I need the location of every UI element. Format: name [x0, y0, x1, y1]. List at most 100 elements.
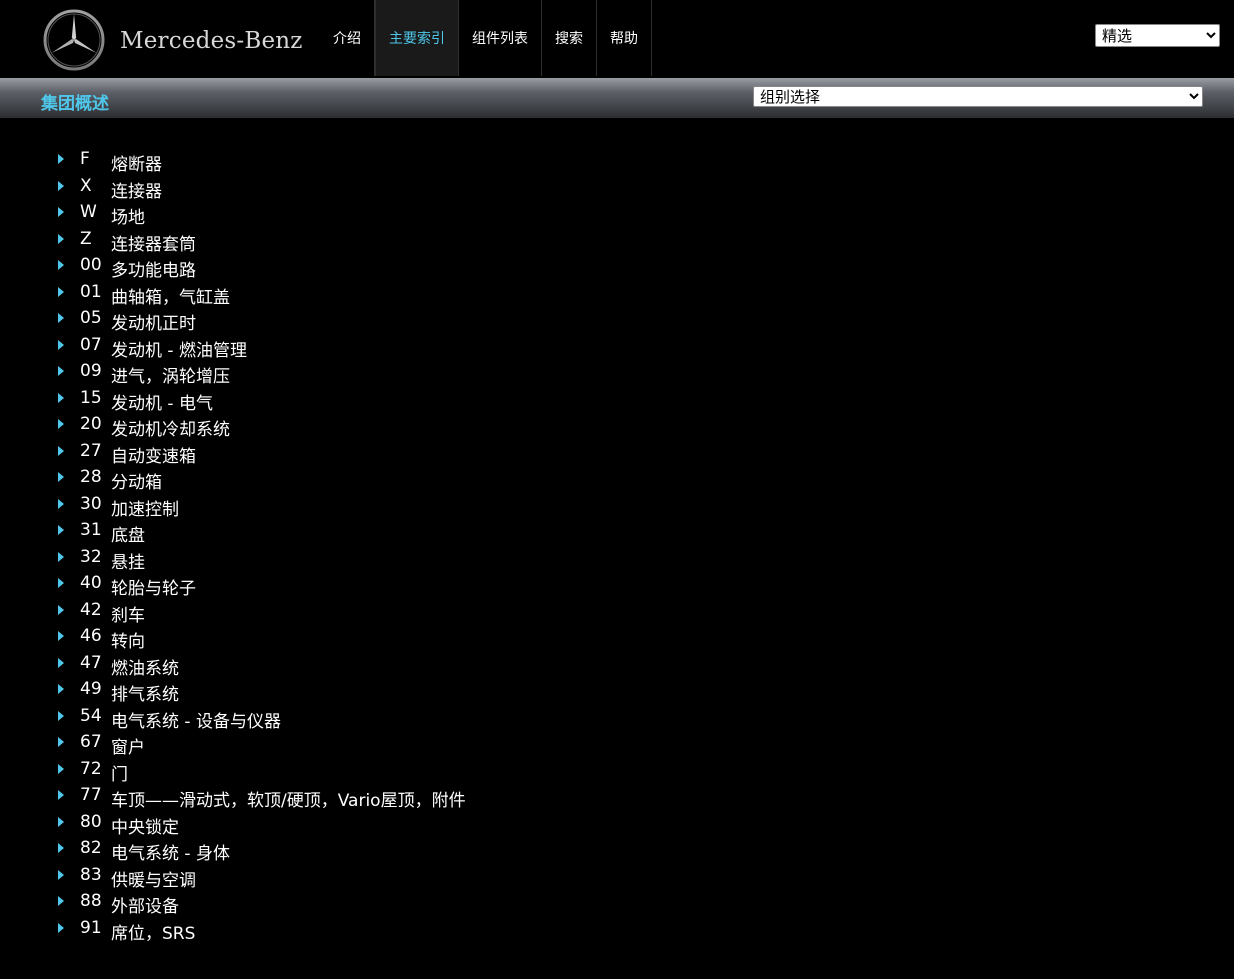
group-code: 28 — [80, 467, 102, 487]
group-code: 01 — [80, 281, 102, 302]
arrow-right-icon[interactable] — [58, 366, 64, 376]
arrow-right-icon[interactable] — [58, 286, 64, 297]
arrow-right-icon[interactable] — [58, 313, 64, 323]
group-name-link[interactable]: 发动机正时 — [111, 309, 196, 334]
group-overview-bar: 集团概述 组别选择 — [0, 78, 1234, 118]
group-name-link[interactable]: 分动箱 — [111, 468, 162, 493]
group-code: 32 — [80, 546, 102, 567]
group-name-link[interactable]: 席位，SRS — [111, 919, 195, 944]
arrow-right-icon[interactable] — [58, 260, 64, 270]
arrow-right-icon[interactable] — [58, 392, 64, 403]
arrow-right-icon[interactable] — [58, 525, 64, 535]
group-name-link[interactable]: 门 — [111, 760, 128, 785]
arrow-right-icon[interactable] — [58, 154, 64, 164]
group-code: 07 — [80, 334, 102, 355]
group-code: 47 — [80, 652, 102, 673]
arrow-right-icon[interactable] — [58, 604, 64, 615]
group-name-link[interactable]: 中央锁定 — [111, 813, 179, 838]
group-name-link[interactable]: 发动机 - 电气 — [111, 389, 213, 414]
group-name-link[interactable]: 轮胎与轮子 — [111, 574, 196, 599]
arrow-right-icon[interactable] — [58, 869, 64, 880]
arrow-right-icon[interactable] — [58, 631, 64, 641]
arrow-right-icon[interactable] — [58, 657, 64, 668]
group-name-link[interactable]: 电气系统 - 设备与仪器 — [111, 707, 281, 732]
arrow-right-icon[interactable] — [58, 763, 64, 774]
group-code: 40 — [80, 573, 102, 593]
group-name-link[interactable]: 车顶——滑动式，软顶/硬顶，Vario屋顶，附件 — [111, 786, 466, 811]
group-name-link[interactable]: 供暖与空调 — [111, 866, 196, 891]
group-name-link[interactable]: 自动变速箱 — [111, 442, 196, 467]
arrow-right-icon[interactable] — [58, 922, 64, 933]
arrow-right-icon[interactable] — [58, 896, 64, 906]
group-name-link[interactable]: 加速控制 — [111, 495, 179, 520]
group-code: 46 — [80, 626, 102, 646]
group-code: 00 — [80, 255, 102, 275]
arrow-right-icon[interactable] — [58, 710, 64, 721]
group-name-link[interactable]: 曲轴箱，气缸盖 — [111, 283, 230, 308]
group-code: 83 — [80, 864, 102, 885]
group-code: 30 — [80, 493, 102, 514]
arrow-right-icon[interactable] — [58, 790, 64, 800]
group-code: 54 — [80, 705, 102, 726]
group-name-link[interactable]: 外部设备 — [111, 892, 179, 917]
group-name-link[interactable]: 燃油系统 — [111, 654, 179, 679]
group-name-link[interactable]: 悬挂 — [111, 548, 145, 573]
arrow-right-icon[interactable] — [58, 843, 64, 853]
mercedes-star-icon[interactable] — [43, 9, 105, 71]
group-code: 20 — [80, 414, 102, 434]
brand-name: Mercedes-Benz — [120, 28, 303, 54]
arrow-right-icon[interactable] — [58, 684, 64, 694]
group-name-link[interactable]: 连接器 — [111, 177, 162, 202]
group-name-link[interactable]: 场地 — [111, 203, 145, 228]
group-select[interactable]: 组别选择 — [753, 86, 1203, 107]
nav-main-index[interactable]: 主要索引 — [375, 0, 459, 76]
arrow-right-icon[interactable] — [58, 551, 64, 562]
nav-search[interactable]: 搜索 — [542, 0, 597, 76]
arrow-right-icon[interactable] — [58, 816, 64, 827]
group-code: 91 — [80, 917, 102, 938]
group-code: F — [80, 149, 90, 169]
nav-help[interactable]: 帮助 — [597, 0, 652, 76]
arrow-right-icon[interactable] — [58, 339, 64, 350]
group-name-link[interactable]: 窗户 — [111, 733, 145, 758]
arrow-right-icon[interactable] — [58, 498, 64, 509]
arrow-right-icon[interactable] — [58, 180, 64, 191]
arrow-right-icon[interactable] — [58, 472, 64, 482]
group-code: Z — [80, 228, 92, 249]
group-code: 80 — [80, 811, 102, 832]
group-name-link[interactable]: 转向 — [111, 627, 145, 652]
group-name-link[interactable]: 发动机 - 燃油管理 — [111, 336, 247, 361]
arrow-right-icon[interactable] — [58, 233, 64, 244]
page-title: 集团概述 — [41, 94, 109, 114]
arrow-right-icon[interactable] — [58, 207, 64, 217]
nav-component-list[interactable]: 组件列表 — [459, 0, 542, 76]
main-nav: 介绍 主要索引 组件列表 搜索 帮助 — [320, 0, 652, 76]
group-name-link[interactable]: 发动机冷却系统 — [111, 415, 230, 440]
group-name-link[interactable]: 进气，涡轮增压 — [111, 362, 230, 387]
header: Mercedes-Benz 介绍 主要索引 组件列表 搜索 帮助 精选 — [0, 0, 1234, 78]
group-name-link[interactable]: 熔断器 — [111, 150, 162, 175]
group-code: 15 — [80, 387, 102, 408]
group-name-link[interactable]: 排气系统 — [111, 680, 179, 705]
group-code: 67 — [80, 732, 102, 752]
group-name-link[interactable]: 连接器套筒 — [111, 230, 196, 255]
group-code: 05 — [80, 308, 102, 328]
group-name-link[interactable]: 底盘 — [111, 521, 145, 546]
group-code: 82 — [80, 838, 102, 858]
group-name-link[interactable]: 电气系统 - 身体 — [111, 839, 230, 864]
group-code: W — [80, 202, 97, 222]
arrow-right-icon[interactable] — [58, 445, 64, 456]
group-code: 77 — [80, 785, 102, 805]
group-code: 31 — [80, 520, 102, 540]
group-name-link[interactable]: 刹车 — [111, 601, 145, 626]
group-name-link[interactable]: 多功能电路 — [111, 256, 196, 281]
nav-intro[interactable]: 介绍 — [320, 0, 375, 76]
arrow-right-icon[interactable] — [58, 419, 64, 429]
arrow-right-icon[interactable] — [58, 578, 64, 588]
filter-select[interactable]: 精选 — [1095, 24, 1220, 47]
group-code: 09 — [80, 361, 102, 381]
arrow-right-icon[interactable] — [58, 737, 64, 747]
group-code: X — [80, 175, 92, 196]
group-code: 88 — [80, 891, 102, 911]
group-code: 42 — [80, 599, 102, 620]
